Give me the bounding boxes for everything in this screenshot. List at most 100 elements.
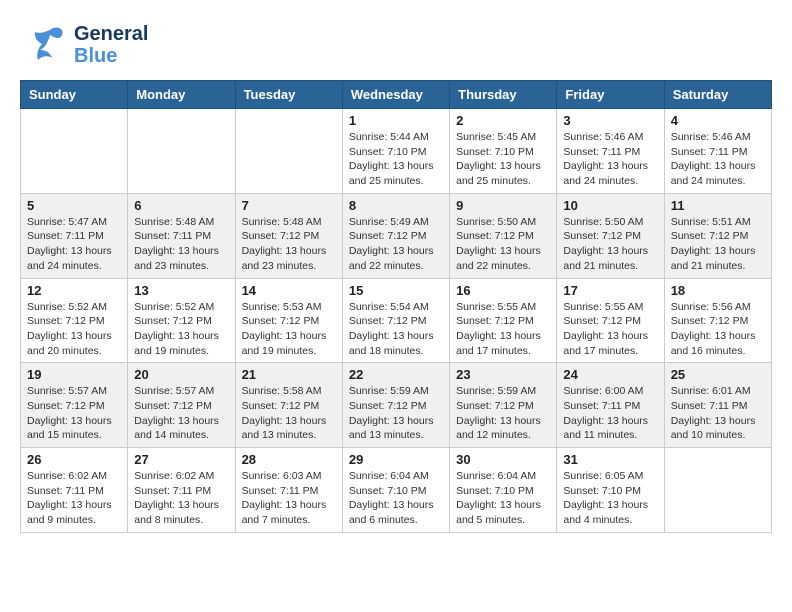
day-info: Sunrise: 6:04 AMSunset: 7:10 PMDaylight:… bbox=[456, 469, 550, 528]
day-info: Sunrise: 6:03 AMSunset: 7:11 PMDaylight:… bbox=[242, 469, 336, 528]
day-info: Sunrise: 5:55 AMSunset: 7:12 PMDaylight:… bbox=[563, 300, 657, 359]
column-header-thursday: Thursday bbox=[450, 81, 557, 109]
day-number: 3 bbox=[563, 113, 657, 128]
calendar-table: SundayMondayTuesdayWednesdayThursdayFrid… bbox=[20, 80, 772, 533]
calendar-cell bbox=[664, 448, 771, 533]
calendar-cell: 10Sunrise: 5:50 AMSunset: 7:12 PMDayligh… bbox=[557, 193, 664, 278]
calendar-cell: 14 Sunrise: 5:53 AMSunset: 7:12 PMDayligh… bbox=[235, 278, 342, 363]
day-info: Sunrise: 5:50 AMSunset: 7:12 PMDaylight:… bbox=[563, 215, 657, 274]
day-info: Sunrise: 5:46 AMSunset: 7:11 PMDaylight:… bbox=[563, 130, 657, 189]
calendar-cell: 30Sunrise: 6:04 AMSunset: 7:10 PMDayligh… bbox=[450, 448, 557, 533]
logo-icon bbox=[20, 20, 70, 70]
day-number: 12 bbox=[27, 283, 121, 298]
day-info: Sunrise: 5:47 AMSunset: 7:11 PMDaylight:… bbox=[27, 215, 121, 274]
column-header-saturday: Saturday bbox=[664, 81, 771, 109]
calendar-cell: 15 Sunrise: 5:54 AMSunset: 7:12 PMDayligh… bbox=[342, 278, 449, 363]
day-info: Sunrise: 6:01 AMSunset: 7:11 PMDaylight:… bbox=[671, 384, 765, 443]
day-info: Sunrise: 5:57 AMSunset: 7:12 PMDaylight:… bbox=[27, 384, 121, 443]
column-header-tuesday: Tuesday bbox=[235, 81, 342, 109]
calendar-cell: 29 Sunrise: 6:04 AMSunset: 7:10 PMDayligh… bbox=[342, 448, 449, 533]
day-info: Sunrise: 5:50 AMSunset: 7:12 PMDaylight:… bbox=[456, 215, 550, 274]
day-info: Sunrise: 5:48 AMSunset: 7:12 PMDaylight:… bbox=[242, 215, 336, 274]
day-number: 1 bbox=[349, 113, 443, 128]
calendar-week-row: 5 Sunrise: 5:47 AMSunset: 7:11 PMDaylight… bbox=[21, 193, 772, 278]
calendar-cell: 2 Sunrise: 5:45 AMSunset: 7:10 PMDaylight… bbox=[450, 109, 557, 194]
day-info: Sunrise: 5:53 AMSunset: 7:12 PMDaylight:… bbox=[242, 300, 336, 359]
day-number: 19 bbox=[27, 367, 121, 382]
day-number: 6 bbox=[134, 198, 228, 213]
calendar-cell bbox=[128, 109, 235, 194]
day-info: Sunrise: 5:55 AMSunset: 7:12 PMDaylight:… bbox=[456, 300, 550, 359]
calendar-cell: 28 Sunrise: 6:03 AMSunset: 7:11 PMDayligh… bbox=[235, 448, 342, 533]
day-number: 24 bbox=[563, 367, 657, 382]
calendar-cell: 3 Sunrise: 5:46 AMSunset: 7:11 PMDaylight… bbox=[557, 109, 664, 194]
calendar-week-row: 1 Sunrise: 5:44 AMSunset: 7:10 PMDaylight… bbox=[21, 109, 772, 194]
calendar-cell: 27Sunrise: 6:02 AMSunset: 7:11 PMDayligh… bbox=[128, 448, 235, 533]
calendar-week-row: 12 Sunrise: 5:52 AMSunset: 7:12 PMDayligh… bbox=[21, 278, 772, 363]
day-number: 20 bbox=[134, 367, 228, 382]
day-number: 27 bbox=[134, 452, 228, 467]
day-number: 5 bbox=[27, 198, 121, 213]
day-number: 22 bbox=[349, 367, 443, 382]
calendar-week-row: 26 Sunrise: 6:02 AMSunset: 7:11 PMDayligh… bbox=[21, 448, 772, 533]
calendar-cell: 22Sunrise: 5:59 AMSunset: 7:12 PMDayligh… bbox=[342, 363, 449, 448]
calendar-cell: 4 Sunrise: 5:46 AMSunset: 7:11 PMDaylight… bbox=[664, 109, 771, 194]
day-info: Sunrise: 6:05 AMSunset: 7:10 PMDaylight:… bbox=[563, 469, 657, 528]
day-number: 29 bbox=[349, 452, 443, 467]
day-number: 11 bbox=[671, 198, 765, 213]
day-info: Sunrise: 5:51 AMSunset: 7:12 PMDaylight:… bbox=[671, 215, 765, 274]
day-info: Sunrise: 5:59 AMSunset: 7:12 PMDaylight:… bbox=[456, 384, 550, 443]
day-info: Sunrise: 5:58 AMSunset: 7:12 PMDaylight:… bbox=[242, 384, 336, 443]
day-info: Sunrise: 5:48 AMSunset: 7:11 PMDaylight:… bbox=[134, 215, 228, 274]
day-number: 17 bbox=[563, 283, 657, 298]
day-info: Sunrise: 5:45 AMSunset: 7:10 PMDaylight:… bbox=[456, 130, 550, 189]
calendar-cell: 9 Sunrise: 5:50 AMSunset: 7:12 PMDaylight… bbox=[450, 193, 557, 278]
day-number: 7 bbox=[242, 198, 336, 213]
day-info: Sunrise: 5:44 AMSunset: 7:10 PMDaylight:… bbox=[349, 130, 443, 189]
calendar-cell: 17 Sunrise: 5:55 AMSunset: 7:12 PMDayligh… bbox=[557, 278, 664, 363]
calendar-cell: 20 Sunrise: 5:57 AMSunset: 7:12 PMDayligh… bbox=[128, 363, 235, 448]
day-number: 15 bbox=[349, 283, 443, 298]
day-info: Sunrise: 5:52 AMSunset: 7:12 PMDaylight:… bbox=[134, 300, 228, 359]
calendar-cell: 7 Sunrise: 5:48 AMSunset: 7:12 PMDaylight… bbox=[235, 193, 342, 278]
day-number: 28 bbox=[242, 452, 336, 467]
calendar-cell: 16Sunrise: 5:55 AMSunset: 7:12 PMDayligh… bbox=[450, 278, 557, 363]
day-info: Sunrise: 5:46 AMSunset: 7:11 PMDaylight:… bbox=[671, 130, 765, 189]
calendar-cell: 31Sunrise: 6:05 AMSunset: 7:10 PMDayligh… bbox=[557, 448, 664, 533]
column-header-wednesday: Wednesday bbox=[342, 81, 449, 109]
calendar-cell: 12Sunrise: 5:52 AMSunset: 7:12 PMDayligh… bbox=[21, 278, 128, 363]
day-number: 23 bbox=[456, 367, 550, 382]
calendar-cell: 8 Sunrise: 5:49 AMSunset: 7:12 PMDaylight… bbox=[342, 193, 449, 278]
day-info: Sunrise: 5:54 AMSunset: 7:12 PMDaylight:… bbox=[349, 300, 443, 359]
day-number: 4 bbox=[671, 113, 765, 128]
calendar-cell bbox=[21, 109, 128, 194]
day-info: Sunrise: 5:49 AMSunset: 7:12 PMDaylight:… bbox=[349, 215, 443, 274]
calendar-cell: 25Sunrise: 6:01 AMSunset: 7:11 PMDayligh… bbox=[664, 363, 771, 448]
calendar-cell: 21 Sunrise: 5:58 AMSunset: 7:12 PMDayligh… bbox=[235, 363, 342, 448]
logo: General Blue bbox=[20, 20, 148, 70]
day-number: 18 bbox=[671, 283, 765, 298]
calendar-cell: 13Sunrise: 5:52 AMSunset: 7:12 PMDayligh… bbox=[128, 278, 235, 363]
day-info: Sunrise: 6:02 AMSunset: 7:11 PMDaylight:… bbox=[27, 469, 121, 528]
calendar-cell: 5 Sunrise: 5:47 AMSunset: 7:11 PMDaylight… bbox=[21, 193, 128, 278]
calendar-week-row: 19 Sunrise: 5:57 AMSunset: 7:12 PMDayligh… bbox=[21, 363, 772, 448]
day-info: Sunrise: 5:57 AMSunset: 7:12 PMDaylight:… bbox=[134, 384, 228, 443]
day-number: 21 bbox=[242, 367, 336, 382]
calendar-cell: 24Sunrise: 6:00 AMSunset: 7:11 PMDayligh… bbox=[557, 363, 664, 448]
day-number: 14 bbox=[242, 283, 336, 298]
day-number: 9 bbox=[456, 198, 550, 213]
logo-text: General Blue bbox=[74, 23, 148, 67]
day-number: 8 bbox=[349, 198, 443, 213]
page-header: General Blue bbox=[20, 20, 772, 70]
day-number: 2 bbox=[456, 113, 550, 128]
day-info: Sunrise: 6:04 AMSunset: 7:10 PMDaylight:… bbox=[349, 469, 443, 528]
calendar-cell: 1 Sunrise: 5:44 AMSunset: 7:10 PMDaylight… bbox=[342, 109, 449, 194]
column-header-monday: Monday bbox=[128, 81, 235, 109]
calendar-cell: 11 Sunrise: 5:51 AMSunset: 7:12 PMDayligh… bbox=[664, 193, 771, 278]
day-number: 26 bbox=[27, 452, 121, 467]
calendar-cell: 19 Sunrise: 5:57 AMSunset: 7:12 PMDayligh… bbox=[21, 363, 128, 448]
calendar-cell: 26 Sunrise: 6:02 AMSunset: 7:11 PMDayligh… bbox=[21, 448, 128, 533]
calendar-cell: 18Sunrise: 5:56 AMSunset: 7:12 PMDayligh… bbox=[664, 278, 771, 363]
calendar-cell bbox=[235, 109, 342, 194]
column-header-friday: Friday bbox=[557, 81, 664, 109]
